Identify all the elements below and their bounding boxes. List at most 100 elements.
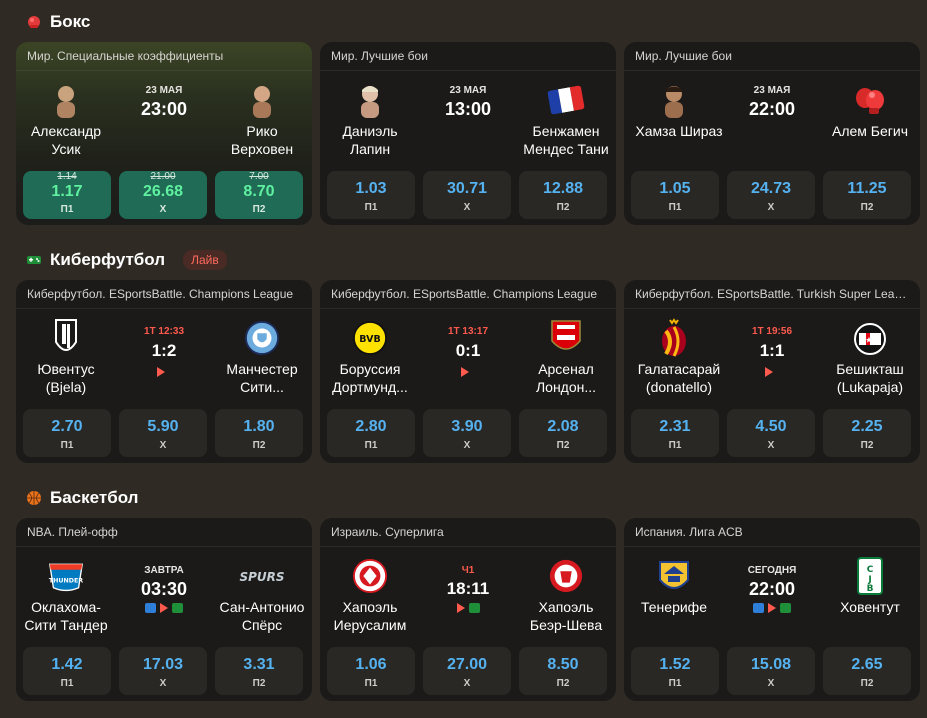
live-stream-icon[interactable] [461, 367, 469, 377]
league-name[interactable]: Киберфутбол. ESportsBattle. Champions Le… [16, 280, 312, 309]
odd-button-x[interactable]: 4.50 Х [727, 409, 815, 457]
live-stream-icon[interactable] [157, 367, 165, 377]
odd-button-p1[interactable]: 1.42 П1 [23, 647, 111, 695]
odd-label: П2 [556, 440, 570, 451]
odd-button-x[interactable]: 21.00 26.68 Х [119, 171, 207, 219]
odd-button-p2[interactable]: 7.00 8.70 П2 [215, 171, 303, 219]
event-card[interactable]: Израиль. Суперлига Хапоэль Иерусалим Ч1 1… [320, 518, 616, 701]
odd-button-p2[interactable]: 8.50 П2 [519, 647, 607, 695]
juventus-logo [48, 319, 84, 356]
event-card[interactable]: Киберфутбол. ESportsBattle. Champions Le… [16, 280, 312, 463]
away-team-name[interactable]: Хапоэль Беэр-Шева [516, 598, 616, 634]
home-team-name[interactable]: Оклахома- Сити Тандер [16, 598, 116, 634]
event-card[interactable]: NBA. Плей-офф THUNDER Оклахома- Сити Танд… [16, 518, 312, 701]
league-name[interactable]: Киберфутбол. ESportsBattle. Turkish Supe… [624, 280, 920, 309]
odd-label: Х [767, 440, 775, 451]
stats-icon[interactable] [145, 603, 156, 613]
home-team-name[interactable]: Боруссия Дортмунд... [320, 360, 420, 396]
event-card[interactable]: Испания. Лига ACB Тенерифе СЕГОДНЯ 22:00… [624, 518, 920, 701]
odd-button-p1[interactable]: 1.52 П1 [631, 647, 719, 695]
odd-value: 27.00 [446, 656, 488, 673]
odd-button-p2[interactable]: 1.80 П2 [215, 409, 303, 457]
stats-icon[interactable] [753, 603, 764, 613]
odd-label: П2 [556, 202, 570, 213]
live-stream-icon[interactable] [456, 603, 465, 613]
event-card[interactable]: Мир. Специальные коэффициенты Александр У… [16, 42, 312, 225]
section-title[interactable]: Бокс [50, 12, 90, 32]
league-name[interactable]: NBA. Плей-офф [16, 518, 312, 547]
match-date: 23 МАЯ [753, 85, 791, 96]
odd-value: 3.31 [243, 656, 275, 673]
odd-label: П1 [364, 440, 378, 451]
odd-button-p1[interactable]: 1.14 1.17 П1 [23, 171, 111, 219]
section-title[interactable]: Киберфутбол [50, 250, 165, 270]
odd-label: Х [767, 678, 775, 689]
odd-button-p2[interactable]: 2.65 П2 [823, 647, 911, 695]
svg-text:THUNDER: THUNDER [49, 577, 83, 584]
odd-button-x[interactable]: 30.71 Х [423, 171, 511, 219]
section-header-cyberfootball: Киберфутбол Лайв [26, 248, 227, 272]
odd-button-p2[interactable]: 3.31 П2 [215, 647, 303, 695]
odd-button-x[interactable]: 27.00 Х [423, 647, 511, 695]
odd-button-x[interactable]: 5.90 Х [119, 409, 207, 457]
match-date: СЕГОДНЯ [747, 565, 797, 576]
odd-button-p1[interactable]: 2.80 П1 [327, 409, 415, 457]
odd-button-p1[interactable]: 1.06 П1 [327, 647, 415, 695]
galatasaray-logo [656, 318, 692, 357]
live-stream-icon[interactable] [160, 603, 168, 613]
home-team-name[interactable]: Даниэль Лапин [320, 122, 420, 158]
odd-button-x[interactable]: 24.73 Х [727, 171, 815, 219]
match-score: 0:1 [455, 341, 481, 360]
odd-button-p2[interactable]: 11.25 П2 [823, 171, 911, 219]
away-team-name[interactable]: Бенжамен Мендес Тани [506, 122, 616, 158]
odd-button-x[interactable]: 15.08 Х [727, 647, 815, 695]
league-name[interactable]: Мир. Специальные коэффициенты [16, 42, 312, 71]
odd-button-p2[interactable]: 12.88 П2 [519, 171, 607, 219]
event-card[interactable]: Мир. Лучшие бои Даниэль Лапин 23 МАЯ 13:0… [320, 42, 616, 225]
odd-button-p1[interactable]: 1.05 П1 [631, 171, 719, 219]
odd-value: 1.05 [659, 180, 691, 197]
league-name[interactable]: Мир. Лучшие бои [320, 42, 616, 71]
odd-button-p1[interactable]: 1.03 П1 [327, 171, 415, 219]
away-team-name[interactable]: Ховентут [820, 598, 920, 616]
fighter-photo [656, 82, 692, 118]
away-team-name[interactable]: Алем Бегич [820, 122, 920, 140]
field-icon[interactable] [172, 603, 183, 613]
field-icon[interactable] [780, 603, 791, 613]
gamepad-icon [26, 252, 42, 268]
away-team-name[interactable]: Манчестер Сити... [212, 360, 312, 396]
odd-button-p2[interactable]: 2.25 П2 [823, 409, 911, 457]
away-team-name[interactable]: Бешикташ (Lukapaja) [820, 360, 920, 396]
odd-button-p2[interactable]: 2.08 П2 [519, 409, 607, 457]
away-team-name[interactable]: Сан-Антонио Спёрс [204, 598, 312, 634]
odd-value: 2.65 [851, 656, 883, 673]
league-name[interactable]: Мир. Лучшие бои [624, 42, 920, 71]
league-name[interactable]: Испания. Лига ACB [624, 518, 920, 547]
away-team-name[interactable]: Рико Верховен [212, 122, 312, 158]
odd-label: П1 [364, 202, 378, 213]
odd-button-x[interactable]: 3.90 Х [423, 409, 511, 457]
home-team-name[interactable]: Хапоэль Иерусалим [320, 598, 420, 634]
home-team-name[interactable]: Ювентус (Bjela) [16, 360, 116, 396]
match-time: 22:00 [748, 99, 796, 119]
home-team-name[interactable]: Хамза Шираз [624, 122, 734, 140]
home-team-name[interactable]: Александр Усик [16, 122, 116, 158]
live-stream-icon[interactable] [765, 367, 773, 377]
event-card[interactable]: Мир. Лучшие бои Хамза Шираз 23 МАЯ 22:00… [624, 42, 920, 225]
odd-button-p1[interactable]: 2.31 П1 [631, 409, 719, 457]
home-team-name[interactable]: Галатасарай (donatello) [624, 360, 734, 396]
away-team-name[interactable]: Арсенал Лондон... [516, 360, 616, 396]
event-card[interactable]: Киберфутбол. ESportsBattle. Turkish Supe… [624, 280, 920, 463]
odd-button-p1[interactable]: 2.70 П1 [23, 409, 111, 457]
field-icon[interactable] [468, 603, 480, 613]
home-team-name[interactable]: Тенерифе [624, 598, 724, 616]
live-badge[interactable]: Лайв [183, 250, 227, 270]
stream-icons [418, 603, 518, 613]
league-name[interactable]: Израиль. Суперлига [320, 518, 616, 547]
league-name[interactable]: Киберфутбол. ESportsBattle. Champions Le… [320, 280, 616, 309]
section-title[interactable]: Баскетбол [50, 488, 138, 508]
odd-button-x[interactable]: 17.03 Х [119, 647, 207, 695]
event-card[interactable]: Киберфутбол. ESportsBattle. Champions Le… [320, 280, 616, 463]
live-stream-icon[interactable] [768, 603, 776, 613]
odd-value: 15.08 [750, 656, 792, 673]
